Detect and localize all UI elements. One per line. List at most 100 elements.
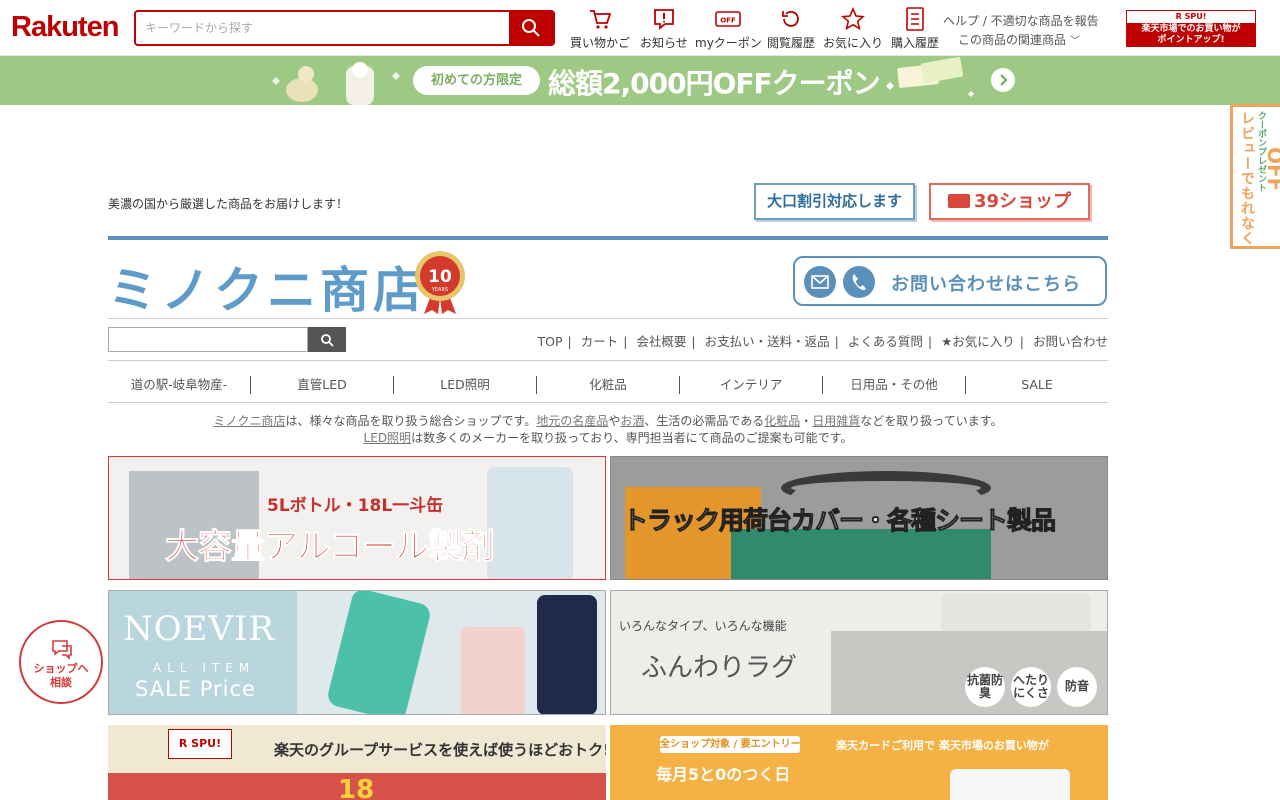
consult-label-line2: 相談 — [50, 676, 72, 689]
sofa-image — [941, 593, 1091, 633]
shop-link-company[interactable]: 会社概要 — [636, 334, 686, 349]
rakuten-logo[interactable]: Rakuten — [11, 11, 119, 44]
shop-link-cart[interactable]: カート — [581, 334, 619, 349]
intro-text: ・ — [800, 414, 813, 428]
category-sale[interactable]: SALE — [966, 376, 1108, 394]
nav-favorite-label: お気に入り — [823, 36, 884, 50]
shop39-label: 39ショップ — [973, 191, 1072, 212]
search-input[interactable] — [136, 12, 512, 44]
alcohol-banner[interactable]: 5Lボトル・18L一斗缶 大容量アルコール製剤 — [108, 456, 606, 580]
nav-purchase-history[interactable]: 購入履歴 — [891, 6, 939, 52]
banner-illustration — [272, 62, 400, 105]
category-nav: 道の駅-岐阜物産- 直管LED LED照明 化粧品 インテリア 日用品・その他 … — [108, 372, 1108, 397]
mail-icon — [804, 266, 836, 298]
nav-purchase-history-label: 購入履歴 — [891, 36, 940, 50]
intro-text: は、様々な商品を取り扱う総合ショップです。 — [285, 414, 537, 428]
category-interior[interactable]: インテリア — [680, 376, 823, 394]
bulk-discount-button[interactable]: 大口割引対応します — [754, 183, 915, 220]
shop-link-contact[interactable]: お問い合わせ — [1033, 334, 1108, 349]
shop-tagline: 美濃の国から厳選した商品をお届けします！ — [108, 197, 349, 211]
intro-text: 、生活の必需品である — [644, 414, 765, 428]
band-image — [781, 471, 991, 505]
shop-name[interactable]: ミノクニ商店 — [108, 251, 426, 322]
intro-link-shop[interactable]: ミノクニ商店 — [213, 414, 285, 428]
nav-coupon[interactable]: OFF myクーポン — [695, 6, 762, 52]
coupon-illustration — [886, 56, 974, 97]
search-button[interactable] — [509, 12, 553, 44]
category-daily-goods[interactable]: 日用品・その他 — [823, 376, 966, 394]
shop-intro-line2: LED照明は数多くのメーカーを取り扱っており、専門担当者にて商品のご提案も可能で… — [0, 429, 1216, 446]
spu-text-line2: ポイントアップ! — [1157, 35, 1225, 45]
coupon-icon: OFF — [715, 11, 742, 27]
consult-label: ショップへ 相談 — [21, 662, 101, 690]
help-report-link[interactable]: ヘルプ / 不適切な商品を報告 — [943, 12, 1099, 29]
separator: | — [567, 334, 572, 349]
divider — [108, 360, 1108, 361]
shop-link-payment[interactable]: お支払い・送料・返品 — [705, 334, 830, 349]
category-tube-led[interactable]: 直管LED — [251, 376, 394, 394]
rug-badge: へたりにくさ — [1011, 667, 1051, 707]
banner-next-button[interactable] — [991, 68, 1015, 92]
intro-link-sake[interactable]: お酒 — [620, 414, 644, 428]
spu-promo-banner[interactable]: R SPU! 楽天のグループサービスを使えば使うほどおトク! 18 — [108, 725, 606, 800]
intro-link-led[interactable]: LED照明 — [364, 431, 412, 445]
card-promo-banner[interactable]: 全ショップ対象 / 要エントリー 楽天カードご利用で 楽天市場のお買い物が 毎月… — [610, 725, 1108, 800]
nav-notice-label: お知らせ — [640, 36, 688, 50]
shop-search-button[interactable] — [308, 327, 346, 352]
intro-text: などを取り扱っています。 — [860, 414, 1003, 428]
badge-sub: YEARS — [431, 287, 448, 293]
bottle-image — [487, 467, 573, 579]
inquiry-button[interactable]: お問い合わせはこちら — [793, 256, 1107, 306]
inquiry-label: お問い合わせはこちら — [891, 274, 1081, 295]
first-time-coupon-banner[interactable]: 初めての方限定 総額2,000円OFFクーポン — [0, 56, 1280, 105]
history-icon — [782, 11, 799, 27]
first-time-pill: 初めての方限定 — [413, 66, 540, 95]
nav-history[interactable]: 閲覧履歴 — [767, 6, 815, 52]
divider — [108, 318, 1108, 319]
nav-history-label: 閲覧履歴 — [767, 36, 816, 50]
bottle-image — [461, 627, 525, 714]
shop39-button[interactable]: 39ショップ — [929, 183, 1090, 220]
nav-cart[interactable]: 買い物かご — [570, 6, 630, 52]
noevir-banner[interactable]: NOEVIR ALL ITEM SALE Price — [108, 590, 606, 715]
intro-link-daily[interactable]: 日用雑貨 — [812, 414, 860, 428]
bottle-image — [537, 595, 597, 714]
rug-badge: 防音 — [1057, 667, 1097, 707]
header-divider — [108, 236, 1108, 240]
review-coupon-tab[interactable]: レビューでもれなく クーポンプレゼント 500円OFF — [1230, 104, 1280, 249]
rug-subtitle: いろんなタイプ、いろんな機能 — [619, 619, 787, 633]
badge-number: 10 — [428, 267, 452, 287]
noevir-sale: SALE Price — [135, 677, 256, 701]
nav-notice[interactable]: お知らせ — [640, 6, 688, 52]
nav-favorite[interactable]: お気に入り — [823, 6, 883, 52]
truck-cover-banner[interactable]: トラック用荷台カバー・各種シート製品 — [610, 456, 1108, 580]
related-products-label: この商品の関連商品 — [958, 33, 1067, 47]
category-cosmetics[interactable]: 化粧品 — [537, 376, 680, 394]
shop-link-top[interactable]: TOP — [537, 334, 562, 349]
spu-banner[interactable]: R SPU! 楽天市場でのお買い物が ポイントアップ! — [1126, 10, 1256, 47]
separator: | — [623, 334, 628, 349]
shop-consult-button[interactable]: ショップへ 相談 — [19, 620, 103, 704]
category-michinoeki[interactable]: 道の駅-岐阜物産- — [108, 376, 251, 394]
intro-text: や — [608, 414, 621, 428]
svg-text:OFF: OFF — [721, 17, 737, 25]
category-led-lighting[interactable]: LED照明 — [394, 376, 537, 394]
search-icon — [522, 19, 540, 37]
truck-cover-title: トラック用荷台カバー・各種シート製品 — [622, 506, 1056, 536]
shop-link-favorite[interactable]: ★お気に入り — [941, 334, 1015, 349]
intro-link-local[interactable]: 地元の名産品 — [536, 414, 608, 428]
alcohol-title: 大容量アルコール製剤 — [165, 527, 496, 568]
noevir-all: ALL ITEM — [153, 661, 256, 675]
anniversary-badge: 10 YEARS — [415, 251, 465, 314]
intro-link-cosmetics[interactable]: 化粧品 — [764, 414, 800, 428]
rug-banner[interactable]: いろんなタイプ、いろんな機能 ふんわりラグ 抗菌防臭 へたりにくさ 防音 — [610, 590, 1108, 715]
phone-icon — [843, 266, 875, 298]
separator: | — [691, 334, 696, 349]
separator: | — [834, 334, 839, 349]
shop-link-faq[interactable]: よくある質問 — [848, 334, 923, 349]
spu-logo: R SPU! — [1175, 12, 1207, 21]
card-promo-top: 楽天カードご利用で 楽天市場のお買い物が — [836, 739, 1049, 752]
shop-search-input[interactable] — [108, 327, 308, 352]
star-icon — [841, 7, 865, 31]
related-products-link[interactable]: この商品の関連商品 ﹀ — [958, 31, 1080, 48]
